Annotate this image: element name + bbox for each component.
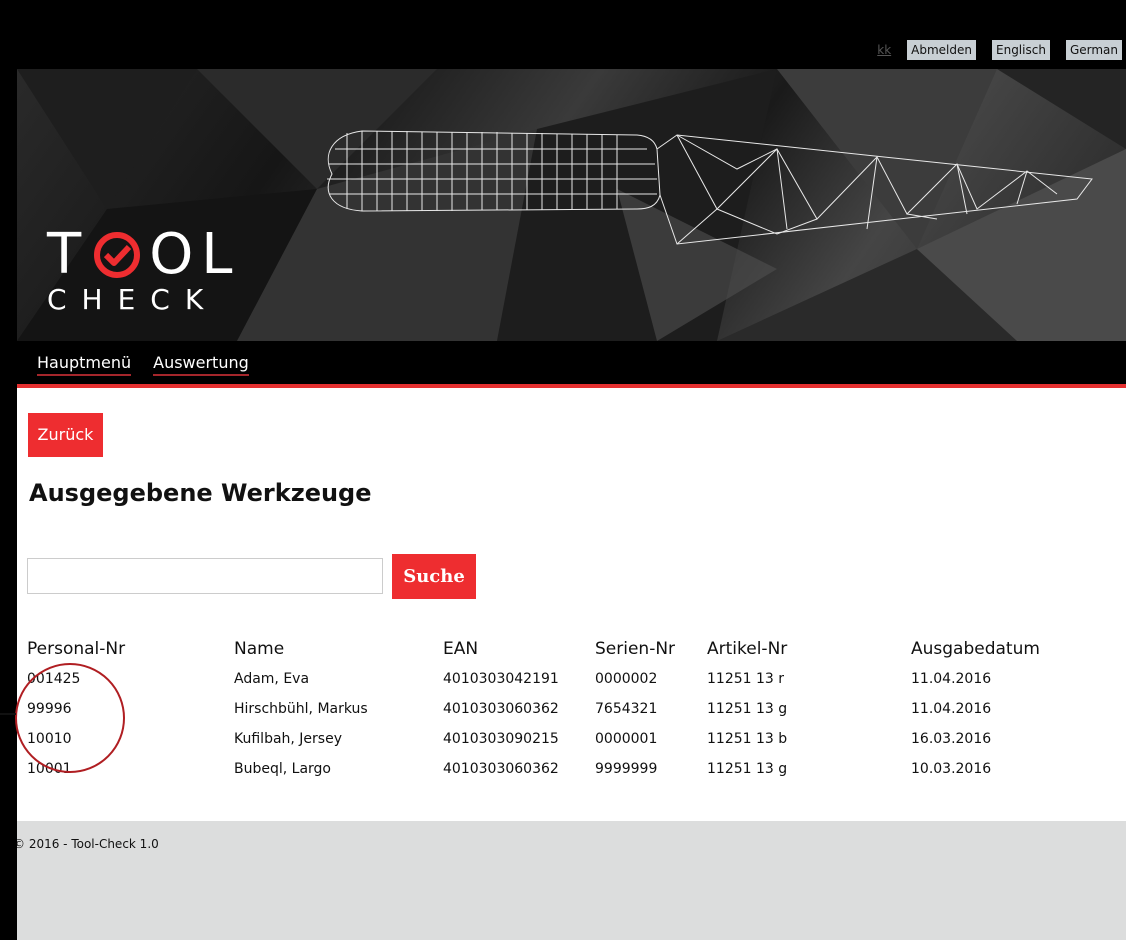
column-header: Ausgabedatum (911, 639, 1040, 659)
logo-tool-text: T OL (47, 227, 241, 283)
logo: T OL CHECK (47, 227, 241, 315)
lang-german-button[interactable]: German (1065, 40, 1122, 60)
copyright-text: © 2016 - Tool-Check 1.0 (17, 837, 159, 851)
header-divider (17, 384, 1126, 388)
search-button[interactable]: Suche (392, 554, 476, 599)
cell-ausgabedatum: 16.03.2016 (911, 731, 992, 747)
column-header: Name (234, 639, 285, 659)
cell-serien-nr: 9999999 (595, 761, 658, 777)
nav-item-auswertung[interactable]: Auswertung (153, 353, 249, 376)
cell-artikel-nr: 11251 13 b (707, 731, 788, 747)
cell-ean: 4010303090215 (443, 731, 559, 747)
cell-ean: 4010303060362 (443, 761, 559, 777)
cell-ausgabedatum: 10.03.2016 (911, 761, 992, 777)
column-header: EAN (443, 639, 479, 659)
page-title: Ausgegebene Werkzeuge (29, 479, 372, 507)
cell-ean: 4010303042191 (443, 671, 559, 687)
top-links: kk Abmelden Englisch German (877, 40, 1122, 60)
search-input[interactable] (27, 558, 383, 594)
cell-serien-nr: 0000002 (595, 671, 658, 687)
cell-personal-nr: 001425 (27, 671, 81, 687)
page: kk Abmelden Englisch German T OL CHECK H… (17, 17, 1126, 940)
lang-english-button[interactable]: Englisch (992, 40, 1050, 60)
check-circle-icon (94, 232, 141, 278)
logo-ol: OL (149, 222, 241, 287)
cell-name: Bubeql, Largo (234, 761, 331, 777)
cell-personal-nr: 10010 (27, 731, 72, 747)
user-link[interactable]: kk (877, 43, 891, 57)
cell-artikel-nr: 11251 13 r (707, 671, 785, 687)
cell-personal-nr: 10001 (27, 761, 72, 777)
table-row: 99996 Hirschbühl, Markus 4010303060362 7… (27, 697, 1117, 727)
back-button[interactable]: Zurück (28, 413, 103, 457)
logo-check-text: CHECK (47, 283, 219, 316)
column-header: Personal-Nr (27, 639, 126, 659)
logout-button[interactable]: Abmelden (907, 40, 976, 60)
cell-name: Hirschbühl, Markus (234, 701, 368, 717)
table-row: 001425 Adam, Eva 4010303042191 0000002 1… (27, 667, 1117, 697)
table-row: 10010 Kufilbah, Jersey 4010303090215 000… (27, 727, 1117, 757)
column-header: Serien-Nr (595, 639, 676, 659)
cell-ean: 4010303060362 (443, 701, 559, 717)
table-row: 10001 Bubeql, Largo 4010303060362 999999… (27, 757, 1117, 787)
cell-personal-nr: 99996 (27, 701, 72, 717)
main-nav: Hauptmenü Auswertung (37, 353, 249, 376)
screenshot-frame: kk Abmelden Englisch German T OL CHECK H… (0, 0, 1126, 940)
cell-name: Kufilbah, Jersey (234, 731, 342, 747)
issued-tools-table: Personal-Nr Name EAN Serien-Nr Artikel-N… (27, 637, 1117, 787)
cell-ausgabedatum: 11.04.2016 (911, 671, 992, 687)
cell-serien-nr: 0000001 (595, 731, 658, 747)
cell-serien-nr: 7654321 (595, 701, 658, 717)
cell-artikel-nr: 11251 13 g (707, 761, 788, 777)
cell-name: Adam, Eva (234, 671, 310, 687)
cell-ausgabedatum: 11.04.2016 (911, 701, 992, 717)
column-header: Artikel-Nr (707, 639, 788, 659)
table-header: Personal-Nr Name EAN Serien-Nr Artikel-N… (27, 637, 1117, 667)
header: kk Abmelden Englisch German T OL CHECK H… (17, 17, 1126, 388)
footer: © 2016 - Tool-Check 1.0 (17, 821, 1126, 940)
cell-artikel-nr: 11251 13 g (707, 701, 788, 717)
logo-t: T (47, 222, 90, 287)
nav-item-hauptmenu[interactable]: Hauptmenü (37, 353, 132, 376)
